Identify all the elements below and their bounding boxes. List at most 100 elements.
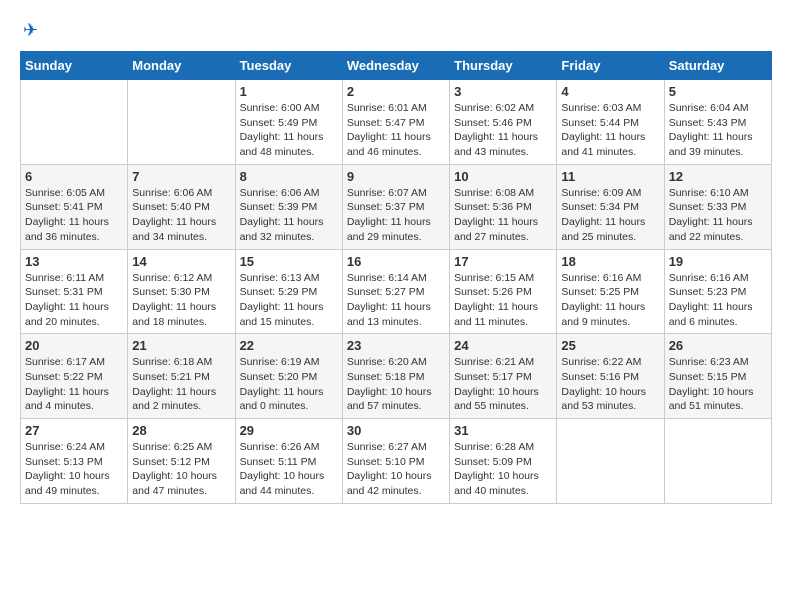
- calendar-cell: 5 Sunrise: 6:04 AM Sunset: 5:43 PM Daylig…: [664, 80, 771, 165]
- calendar-cell: 14 Sunrise: 6:12 AM Sunset: 5:30 PM Dayli…: [128, 249, 235, 334]
- day-number: 29: [240, 423, 338, 438]
- day-number: 12: [669, 169, 767, 184]
- day-number: 19: [669, 254, 767, 269]
- calendar-cell: 3 Sunrise: 6:02 AM Sunset: 5:46 PM Daylig…: [450, 80, 557, 165]
- day-number: 14: [132, 254, 230, 269]
- day-info: Sunrise: 6:02 AM Sunset: 5:46 PM Dayligh…: [454, 101, 552, 160]
- calendar-cell: [21, 80, 128, 165]
- calendar-cell: 22Sunrise: 6:19 AM Sunset: 5:20 PM Dayli…: [235, 334, 342, 419]
- day-info: Sunrise: 6:07 AM Sunset: 5:37 PM Dayligh…: [347, 186, 445, 245]
- calendar-cell: [557, 419, 664, 504]
- day-number: 30: [347, 423, 445, 438]
- day-info: Sunrise: 6:17 AM Sunset: 5:22 PM Dayligh…: [25, 355, 123, 414]
- day-number: 9: [347, 169, 445, 184]
- day-number: 27: [25, 423, 123, 438]
- day-number: 25: [561, 338, 659, 353]
- calendar-cell: 30 Sunrise: 6:27 AM Sunset: 5:10 PM Dayli…: [342, 419, 449, 504]
- calendar-cell: 6 Sunrise: 6:05 AM Sunset: 5:41 PM Daylig…: [21, 164, 128, 249]
- calendar-week-row: 27 Sunrise: 6:24 AM Sunset: 5:13 PM Dayli…: [21, 419, 772, 504]
- calendar-cell: 18 Sunrise: 6:16 AM Sunset: 5:25 PM Dayli…: [557, 249, 664, 334]
- calendar-cell: 7 Sunrise: 6:06 AM Sunset: 5:40 PM Daylig…: [128, 164, 235, 249]
- day-info: Sunrise: 6:12 AM Sunset: 5:30 PM Dayligh…: [132, 271, 230, 330]
- day-info: Sunrise: 6:00 AM Sunset: 5:49 PM Dayligh…: [240, 101, 338, 160]
- day-number: 6: [25, 169, 123, 184]
- day-info: Sunrise: 6:09 AM Sunset: 5:34 PM Dayligh…: [561, 186, 659, 245]
- calendar-week-row: 13 Sunrise: 6:11 AM Sunset: 5:31 PM Dayli…: [21, 249, 772, 334]
- day-number: 7: [132, 169, 230, 184]
- calendar-cell: 15Sunrise: 6:13 AM Sunset: 5:29 PM Dayli…: [235, 249, 342, 334]
- calendar-cell: 26 Sunrise: 6:23 AM Sunset: 5:15 PM Dayli…: [664, 334, 771, 419]
- calendar-cell: 12 Sunrise: 6:10 AM Sunset: 5:33 PM Dayli…: [664, 164, 771, 249]
- calendar-table: SundayMondayTuesdayWednesdayThursdayFrid…: [20, 51, 772, 504]
- day-info: Sunrise: 6:22 AM Sunset: 5:16 PM Dayligh…: [561, 355, 659, 414]
- calendar-week-row: 20 Sunrise: 6:17 AM Sunset: 5:22 PM Dayli…: [21, 334, 772, 419]
- weekday-header-friday: Friday: [557, 52, 664, 80]
- day-number: 10: [454, 169, 552, 184]
- calendar-cell: 13 Sunrise: 6:11 AM Sunset: 5:31 PM Dayli…: [21, 249, 128, 334]
- calendar-cell: 31Sunrise: 6:28 AM Sunset: 5:09 PM Dayli…: [450, 419, 557, 504]
- calendar-cell: 10Sunrise: 6:08 AM Sunset: 5:36 PM Dayli…: [450, 164, 557, 249]
- day-info: Sunrise: 6:13 AM Sunset: 5:29 PM Dayligh…: [240, 271, 338, 330]
- day-info: Sunrise: 6:27 AM Sunset: 5:10 PM Dayligh…: [347, 440, 445, 499]
- calendar-cell: [128, 80, 235, 165]
- day-number: 2: [347, 84, 445, 99]
- calendar-cell: 21 Sunrise: 6:18 AM Sunset: 5:21 PM Dayli…: [128, 334, 235, 419]
- day-info: Sunrise: 6:04 AM Sunset: 5:43 PM Dayligh…: [669, 101, 767, 160]
- calendar-cell: 16Sunrise: 6:14 AM Sunset: 5:27 PM Dayli…: [342, 249, 449, 334]
- calendar-cell: 25 Sunrise: 6:22 AM Sunset: 5:16 PM Dayli…: [557, 334, 664, 419]
- day-info: Sunrise: 6:15 AM Sunset: 5:26 PM Dayligh…: [454, 271, 552, 330]
- day-info: Sunrise: 6:06 AM Sunset: 5:39 PM Dayligh…: [240, 186, 338, 245]
- calendar-cell: 28Sunrise: 6:25 AM Sunset: 5:12 PM Dayli…: [128, 419, 235, 504]
- day-info: Sunrise: 6:03 AM Sunset: 5:44 PM Dayligh…: [561, 101, 659, 160]
- weekday-header-tuesday: Tuesday: [235, 52, 342, 80]
- calendar-cell: 1 Sunrise: 6:00 AM Sunset: 5:49 PM Daylig…: [235, 80, 342, 165]
- calendar-cell: 8 Sunrise: 6:06 AM Sunset: 5:39 PM Daylig…: [235, 164, 342, 249]
- day-number: 21: [132, 338, 230, 353]
- day-number: 20: [25, 338, 123, 353]
- day-number: 8: [240, 169, 338, 184]
- day-number: 17: [454, 254, 552, 269]
- calendar-cell: 9 Sunrise: 6:07 AM Sunset: 5:37 PM Daylig…: [342, 164, 449, 249]
- day-number: 1: [240, 84, 338, 99]
- day-info: Sunrise: 6:23 AM Sunset: 5:15 PM Dayligh…: [669, 355, 767, 414]
- weekday-header-monday: Monday: [128, 52, 235, 80]
- calendar-cell: 23Sunrise: 6:20 AM Sunset: 5:18 PM Dayli…: [342, 334, 449, 419]
- calendar-cell: 19 Sunrise: 6:16 AM Sunset: 5:23 PM Dayli…: [664, 249, 771, 334]
- weekday-header-saturday: Saturday: [664, 52, 771, 80]
- day-number: 5: [669, 84, 767, 99]
- day-info: Sunrise: 6:16 AM Sunset: 5:25 PM Dayligh…: [561, 271, 659, 330]
- day-info: Sunrise: 6:16 AM Sunset: 5:23 PM Dayligh…: [669, 271, 767, 330]
- day-info: Sunrise: 6:21 AM Sunset: 5:17 PM Dayligh…: [454, 355, 552, 414]
- weekday-header-thursday: Thursday: [450, 52, 557, 80]
- calendar-header-row: SundayMondayTuesdayWednesdayThursdayFrid…: [21, 52, 772, 80]
- calendar-week-row: 1 Sunrise: 6:00 AM Sunset: 5:49 PM Daylig…: [21, 80, 772, 165]
- day-number: 3: [454, 84, 552, 99]
- day-info: Sunrise: 6:01 AM Sunset: 5:47 PM Dayligh…: [347, 101, 445, 160]
- day-info: Sunrise: 6:05 AM Sunset: 5:41 PM Dayligh…: [25, 186, 123, 245]
- day-info: Sunrise: 6:10 AM Sunset: 5:33 PM Dayligh…: [669, 186, 767, 245]
- day-number: 11: [561, 169, 659, 184]
- page-header: ✈: [20, 20, 772, 41]
- day-number: 4: [561, 84, 659, 99]
- day-info: Sunrise: 6:28 AM Sunset: 5:09 PM Dayligh…: [454, 440, 552, 499]
- day-info: Sunrise: 6:26 AM Sunset: 5:11 PM Dayligh…: [240, 440, 338, 499]
- day-info: Sunrise: 6:14 AM Sunset: 5:27 PM Dayligh…: [347, 271, 445, 330]
- day-number: 24: [454, 338, 552, 353]
- day-info: Sunrise: 6:25 AM Sunset: 5:12 PM Dayligh…: [132, 440, 230, 499]
- calendar-cell: 29 Sunrise: 6:26 AM Sunset: 5:11 PM Dayli…: [235, 419, 342, 504]
- day-number: 22: [240, 338, 338, 353]
- calendar-cell: 2 Sunrise: 6:01 AM Sunset: 5:47 PM Daylig…: [342, 80, 449, 165]
- day-info: Sunrise: 6:20 AM Sunset: 5:18 PM Dayligh…: [347, 355, 445, 414]
- calendar-cell: 24 Sunrise: 6:21 AM Sunset: 5:17 PM Dayli…: [450, 334, 557, 419]
- day-number: 13: [25, 254, 123, 269]
- day-info: Sunrise: 6:18 AM Sunset: 5:21 PM Dayligh…: [132, 355, 230, 414]
- day-info: Sunrise: 6:24 AM Sunset: 5:13 PM Dayligh…: [25, 440, 123, 499]
- day-info: Sunrise: 6:06 AM Sunset: 5:40 PM Dayligh…: [132, 186, 230, 245]
- calendar-week-row: 6 Sunrise: 6:05 AM Sunset: 5:41 PM Daylig…: [21, 164, 772, 249]
- weekday-header-wednesday: Wednesday: [342, 52, 449, 80]
- calendar-cell: 11 Sunrise: 6:09 AM Sunset: 5:34 PM Dayli…: [557, 164, 664, 249]
- day-info: Sunrise: 6:11 AM Sunset: 5:31 PM Dayligh…: [25, 271, 123, 330]
- day-number: 18: [561, 254, 659, 269]
- weekday-header-sunday: Sunday: [21, 52, 128, 80]
- day-number: 26: [669, 338, 767, 353]
